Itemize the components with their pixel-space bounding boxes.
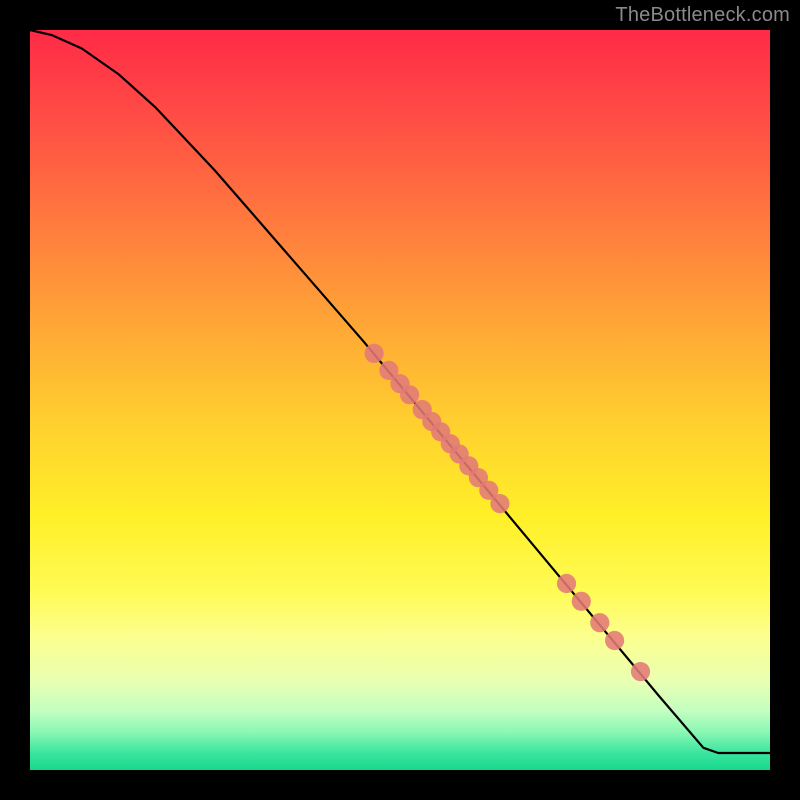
data-marker <box>557 574 576 593</box>
data-marker <box>490 494 509 513</box>
data-marker <box>605 631 624 650</box>
chart-stage: TheBottleneck.com <box>0 0 800 800</box>
data-marker <box>365 344 384 363</box>
watermark-text: TheBottleneck.com <box>615 4 790 27</box>
data-marker <box>590 613 609 632</box>
data-marker <box>631 662 650 681</box>
chart-svg <box>30 30 770 770</box>
plot-area <box>30 30 770 770</box>
data-marker <box>400 385 419 404</box>
data-marker <box>572 592 591 611</box>
